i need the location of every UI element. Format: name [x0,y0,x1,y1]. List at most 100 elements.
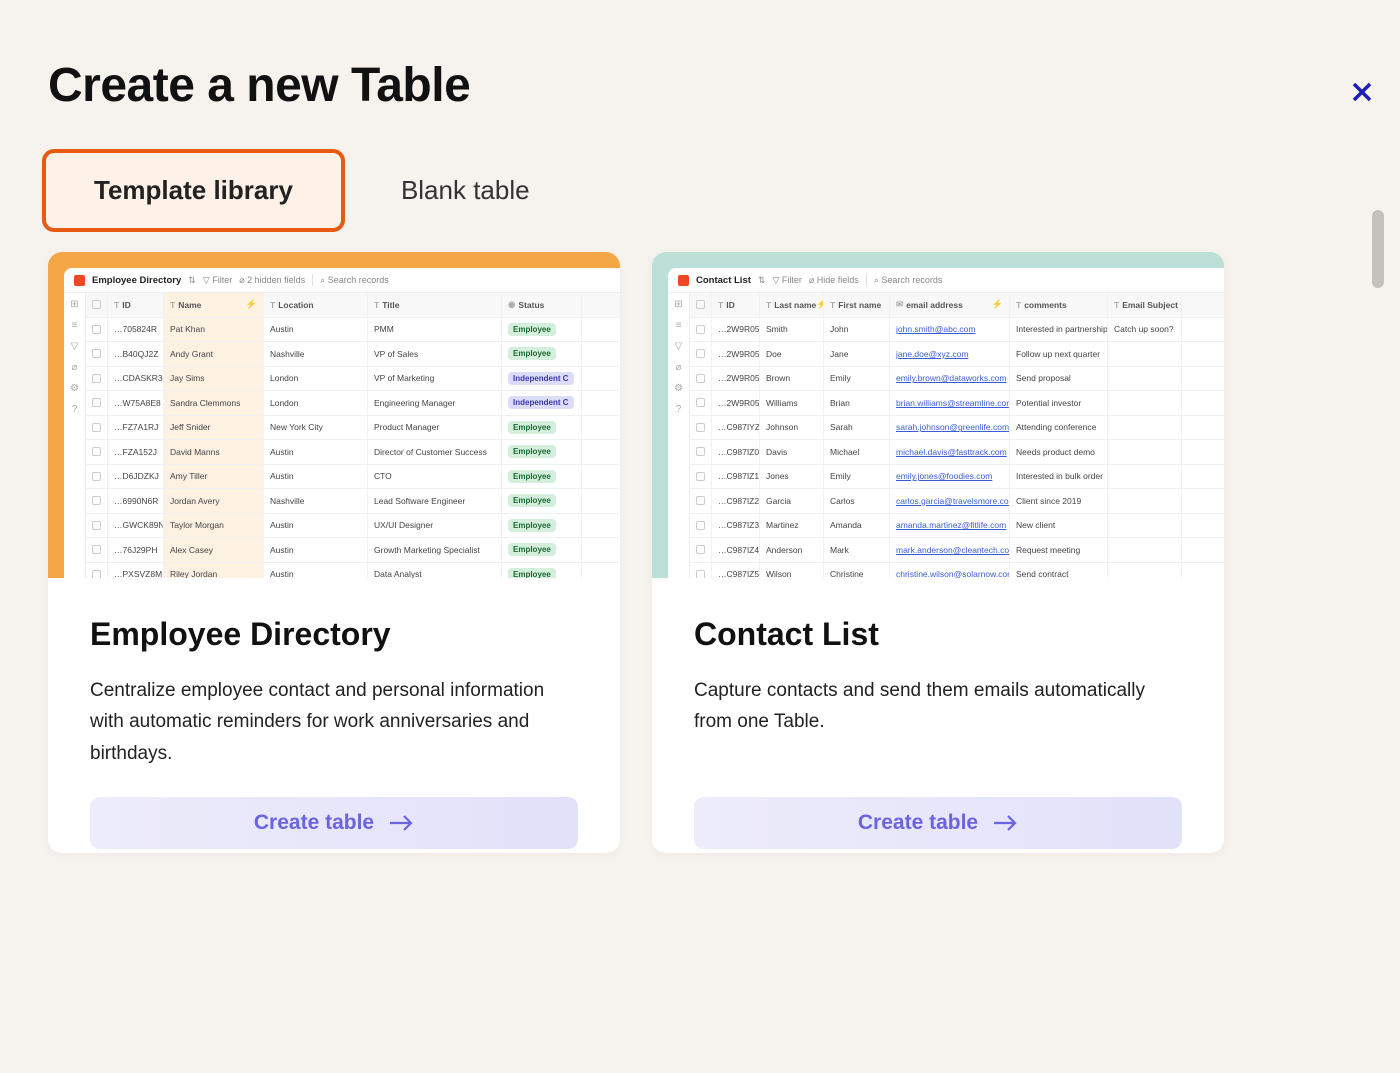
table-row[interactable]: …CDASKR3Jay SimsLondonVP of MarketingInd… [86,367,620,392]
table-row[interactable]: …6990N6RJordan AveryNashvilleLead Softwa… [86,489,620,514]
table-row[interactable]: …705824RPat KhanAustinPMMEmployee [86,318,620,343]
cell-title: Product Manager [368,416,502,440]
select-all-checkbox[interactable] [690,293,712,317]
table-row[interactable]: …2W9R05TWilliamsBrianbrian.williams@stre… [690,391,1224,416]
col-header-location[interactable]: T Location [264,293,368,317]
cell-first: John [824,318,890,342]
table-row[interactable]: …C987IZ3MartinezAmandaamanda.martinez@fi… [690,514,1224,539]
cell-id: …C987IZ0 [712,440,760,464]
create-table-button[interactable]: Create table [694,797,1182,849]
table-row[interactable]: …FZ7A1RJJeff SniderNew York CityProduct … [86,416,620,441]
cell-id: …6990N6R [108,489,164,513]
cell-comments: Send contract [1010,563,1108,579]
sort-icon: ⇅ [188,275,196,286]
cell-last: Doe [760,342,824,366]
cell-id: …W75A8E8 [108,391,164,415]
col-type-icon: T [830,300,835,310]
cell-title: Lead Software Engineer [368,489,502,513]
close-button[interactable] [1346,76,1378,108]
row-checkbox[interactable] [86,538,108,562]
row-checkbox[interactable] [86,440,108,464]
col-type-icon: T [1114,300,1119,310]
table-row[interactable]: …PXSVZ8MRiley JordanAustinData AnalystEm… [86,563,620,579]
cell-location: London [264,391,368,415]
cell-location: Austin [264,538,368,562]
scrollbar-thumb[interactable] [1372,210,1384,288]
cell-last: Jones [760,465,824,489]
cell-id: …B40QJ2Z [108,342,164,366]
col-header-title[interactable]: T Title [368,293,502,317]
select-all-checkbox[interactable] [86,293,108,317]
cell-subject [1108,391,1182,415]
cell-id: …CDASKR3 [108,367,164,391]
filter-button[interactable]: ▽ Filter [203,275,232,286]
row-checkbox[interactable] [86,514,108,538]
table-row[interactable]: …C987IZ1JonesEmilyemily.jones@foodies.co… [690,465,1224,490]
col-type-icon: T [374,300,379,310]
row-checkbox[interactable] [86,563,108,579]
cell-id: …2W9R058 [712,342,760,366]
col-header-first[interactable]: T First name [824,293,890,317]
row-checkbox[interactable] [690,367,712,391]
row-checkbox[interactable] [86,367,108,391]
table-row[interactable]: …FZA152JDavid MannsAustinDirector of Cus… [86,440,620,465]
row-checkbox[interactable] [690,391,712,415]
col-header-email[interactable]: ✉ email address⚡ [890,293,1010,317]
table-row[interactable]: …76J29PHAlex CaseyAustinGrowth Marketing… [86,538,620,563]
table-row[interactable]: …B40QJ2ZAndy GrantNashvilleVP of SalesEm… [86,342,620,367]
table-row[interactable]: …C987IZ5WilsonChristinechristine.wilson@… [690,563,1224,579]
row-checkbox[interactable] [690,489,712,513]
cell-name: Sandra Clemmons [164,391,264,415]
row-checkbox[interactable] [690,416,712,440]
col-type-icon: ◉ [508,299,515,310]
table-row[interactable]: …2W9R058DoeJanejane.doe@xyz.comFollow up… [690,342,1224,367]
table-row[interactable]: …2W9R056SmithJohnjohn.smith@abc.comInter… [690,318,1224,343]
col-header-id[interactable]: T ID [712,293,760,317]
table-row[interactable]: …C987IZ2GarciaCarloscarlos.garcia@travel… [690,489,1224,514]
col-header-name[interactable]: T Name⚡ [164,293,264,317]
col-header-comments[interactable]: T comments [1010,293,1108,317]
row-checkbox[interactable] [86,416,108,440]
col-type-icon: ✉ [896,299,903,310]
row-checkbox[interactable] [690,318,712,342]
hidden-fields-button[interactable]: ⌀ Hide fields [809,275,859,286]
row-checkbox[interactable] [690,440,712,464]
table-row[interactable]: …W75A8E8Sandra ClemmonsLondonEngineering… [86,391,620,416]
cell-location: Austin [264,563,368,579]
filter-button[interactable]: ▽ Filter [772,275,801,286]
create-table-button[interactable]: Create table [90,797,578,849]
col-type-icon: T [114,300,119,310]
table-color-icon [678,275,689,286]
cell-id: …705824R [108,318,164,342]
col-header-status[interactable]: ◉ Status [502,293,582,317]
row-checkbox[interactable] [86,342,108,366]
table-row[interactable]: …C987IZ0DavisMichaelmichael.davis@fasttr… [690,440,1224,465]
col-header-subject[interactable]: T Email Subject⚡ [1108,293,1182,317]
side-icon: ⊞ [674,299,682,310]
search-input[interactable]: ⌕ Search records [320,275,389,286]
row-checkbox[interactable] [86,318,108,342]
table-row[interactable]: …D6JDZKJAmy TillerAustinCTOEmployee [86,465,620,490]
table-row[interactable]: …C987IZ4AndersonMarkmark.anderson@cleant… [690,538,1224,563]
cell-subject [1108,538,1182,562]
table-row[interactable]: …2W9R05SBrownEmilyemily.brown@dataworks.… [690,367,1224,392]
row-checkbox[interactable] [86,465,108,489]
table-row[interactable]: …GWCK89NTaylor MorganAustinUX/UI Designe… [86,514,620,539]
row-checkbox[interactable] [86,391,108,415]
cell-subject [1108,440,1182,464]
row-checkbox[interactable] [690,342,712,366]
row-checkbox[interactable] [690,563,712,579]
table-row[interactable]: …C987IYZJohnsonSarahsarah.johnson@greenl… [690,416,1224,441]
row-checkbox[interactable] [690,538,712,562]
row-checkbox[interactable] [690,514,712,538]
cell-comments: Needs product demo [1010,440,1108,464]
row-checkbox[interactable] [86,489,108,513]
tab-blank-table[interactable]: Blank table [381,149,550,232]
col-header-last[interactable]: T Last name⚡ [760,293,824,317]
tab-template-library[interactable]: Template library [42,149,345,232]
cell-status: Independent C [502,367,582,391]
col-header-id[interactable]: T ID [108,293,164,317]
search-input[interactable]: ⌕ Search records [874,275,943,286]
hidden-fields-button[interactable]: ⌀ 2 hidden fields [239,275,305,286]
row-checkbox[interactable] [690,465,712,489]
